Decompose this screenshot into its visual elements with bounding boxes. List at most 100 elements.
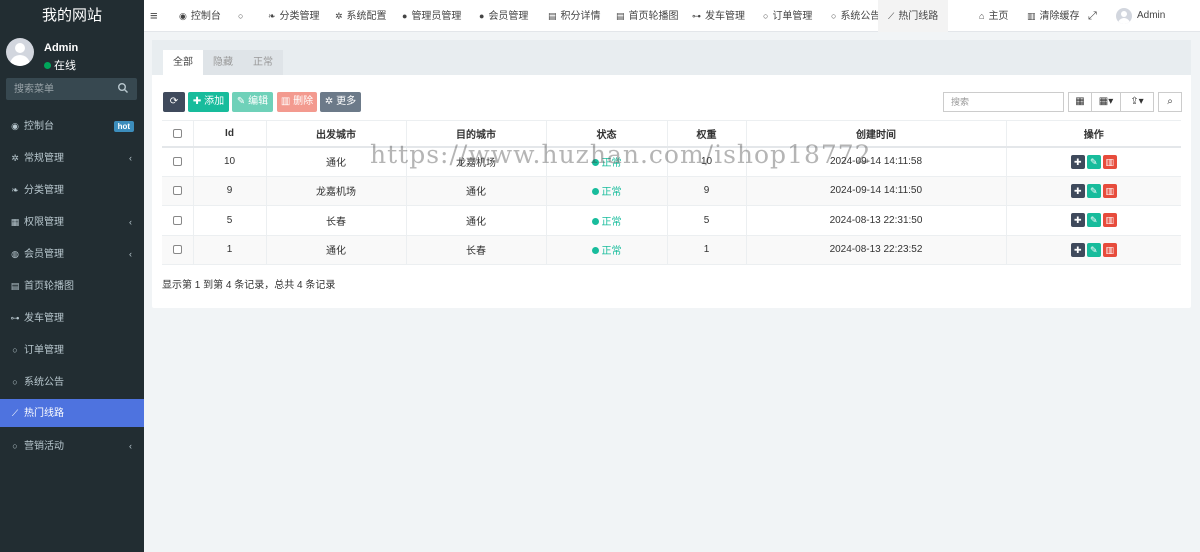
row-checkbox[interactable] — [172, 156, 182, 166]
status-dot-icon — [591, 159, 599, 166]
row-delete-icon[interactable]: ▥ — [1102, 154, 1117, 169]
column-header-to[interactable]: 目的城市 — [406, 120, 547, 148]
filter-tab-hidden[interactable]: 隐藏 — [203, 50, 243, 75]
tab-0[interactable]: ◉ 控制台 — [179, 0, 221, 32]
row-edit-icon[interactable]: ✎ — [1086, 213, 1101, 228]
column-header-created[interactable]: 创建时间 — [746, 120, 1007, 148]
table-row[interactable]: 5 长春 通化 正常 5 2024-08-13 22:31:50 ✚ ✎ ▥ — [162, 205, 1181, 236]
tab-label: 系统公告 — [840, 11, 881, 22]
sidebar-item-10[interactable]: ○ 营销活动 ‹ — [0, 430, 144, 462]
pagination-info: 显示第 1 到第 4 条记录，总共 4 条记录 — [162, 280, 336, 291]
tab-8[interactable]: ⊶ 发车管理 — [692, 0, 745, 32]
refresh-button[interactable]: ⟳ — [163, 92, 185, 112]
advanced-search-button[interactable]: ⌕ — [1158, 92, 1182, 112]
cog-icon: ✲ — [335, 11, 343, 21]
sidebar-item-5[interactable]: ▤ 首页轮播图 — [0, 270, 144, 302]
row-checkbox[interactable] — [172, 186, 182, 196]
drag-move-icon[interactable]: ✚ — [1070, 183, 1085, 198]
add-button[interactable]: ✚ 添加 — [188, 92, 229, 112]
toggle-view-button[interactable]: ▦ — [1068, 92, 1092, 112]
table-row[interactable]: 9 龙嘉机场 通化 正常 9 2024-09-14 14:11:50 ✚ ✎ ▥ — [162, 176, 1181, 206]
brand-logo[interactable]: 我的网站 — [0, 0, 144, 32]
sidebar-item-7[interactable]: ○ 订单管理 — [0, 334, 144, 366]
column-header-from[interactable]: 出发城市 — [266, 120, 407, 148]
home-link[interactable]: ⌂ 主页 — [979, 0, 1008, 32]
cell-created: 2024-09-14 14:11:50 — [746, 176, 1007, 206]
filter-tab-normal[interactable]: 正常 — [243, 50, 283, 75]
row-edit-icon[interactable]: ✎ — [1086, 154, 1101, 169]
caret-down-icon: ▾ — [1138, 96, 1144, 107]
home-label: 主页 — [988, 11, 1009, 22]
export-button[interactable]: ⇪▾ — [1120, 92, 1154, 112]
cell-created: 2024-08-13 22:23:52 — [746, 235, 1007, 265]
columns-button[interactable]: ▦▾ — [1091, 92, 1121, 112]
column-header-status[interactable]: 状态 — [546, 120, 668, 148]
row-select-cell — [162, 205, 194, 236]
cell-to: 通化 — [406, 176, 547, 206]
drag-move-icon[interactable]: ✚ — [1070, 154, 1085, 169]
sidebar-item-8[interactable]: ○ 系统公告 — [0, 366, 144, 398]
tab-5[interactable]: ● 会员管理 — [479, 0, 528, 32]
tab-label: 分类管理 — [279, 11, 320, 22]
sidebar-search-input[interactable] — [6, 78, 111, 100]
sidebar-item-0[interactable]: ◉ 控制台 hot — [0, 110, 144, 142]
tab-6[interactable]: ▤ 积分详情 — [548, 0, 601, 32]
delete-button[interactable]: ▥ 删除 — [277, 92, 317, 112]
sidebar-item-9[interactable]: ⟋ 热门线路 — [0, 399, 144, 427]
add-label: 添加 — [204, 96, 225, 107]
row-delete-icon[interactable]: ▥ — [1102, 213, 1117, 228]
navbar-username[interactable]: Admin — [1137, 0, 1165, 32]
tab-9[interactable]: ○ 订单管理 — [763, 0, 812, 32]
table-search-input[interactable] — [943, 92, 1064, 112]
row-delete-icon[interactable]: ▥ — [1102, 242, 1117, 257]
cell-status[interactable]: 正常 — [546, 235, 668, 265]
sidebar-item-3[interactable]: ▦ 权限管理 ‹ — [0, 206, 144, 238]
cell-status[interactable]: 正常 — [546, 146, 668, 177]
sidebar-item-1[interactable]: ✲ 常规管理 ‹ — [0, 142, 144, 174]
sidebar-item-4[interactable]: ◍ 会员管理 ‹ — [0, 238, 144, 270]
user-panel: Admin 在线 — [0, 36, 144, 78]
more-button[interactable]: ✲ 更多 — [320, 92, 361, 112]
row-edit-icon[interactable]: ✎ — [1086, 242, 1101, 257]
navbar-avatar[interactable] — [1116, 8, 1132, 24]
tab-2[interactable]: ❧ 分类管理 — [268, 0, 320, 32]
table-row[interactable]: 1 通化 长春 正常 1 2024-08-13 22:23:52 ✚ ✎ ▥ — [162, 235, 1181, 265]
drag-move-icon[interactable]: ✚ — [1070, 242, 1085, 257]
row-delete-icon[interactable]: ▥ — [1102, 183, 1117, 198]
cell-status[interactable]: 正常 — [546, 205, 668, 236]
sidebar: 我的网站 Admin 在线 ◉ 控制台 hot ✲ 常规管理 ‹ ❧ 分类管理 ▦ 权限管理 ‹ ◍ 会… — [0, 0, 144, 552]
column-header-weight[interactable]: 权重 — [667, 120, 747, 148]
avatar — [6, 38, 34, 66]
sidebar-item-2[interactable]: ❧ 分类管理 — [0, 174, 144, 206]
tab-10[interactable]: ○ 系统公告 — [831, 0, 880, 32]
cell-created: 2024-09-14 14:11:58 — [746, 146, 1007, 177]
sidebar-item-6[interactable]: ⊶ 发车管理 — [0, 302, 144, 334]
fullscreen-icon[interactable]: ⤢ — [1088, 0, 1097, 32]
row-checkbox[interactable] — [172, 215, 182, 225]
tab-7[interactable]: ▤ 首页轮播图 — [616, 0, 679, 32]
search-icon[interactable] — [117, 82, 129, 94]
home-icon: ⌂ — [979, 11, 985, 21]
row-edit-icon[interactable]: ✎ — [1086, 183, 1101, 198]
row-checkbox[interactable] — [172, 245, 182, 255]
cell-from: 长春 — [266, 205, 407, 236]
tab-4[interactable]: ● 管理员管理 — [402, 0, 461, 32]
select-all-checkbox[interactable] — [172, 128, 182, 138]
cell-status[interactable]: 正常 — [546, 176, 668, 206]
sidebar-item-label: 热门线路 — [24, 408, 64, 419]
drag-move-icon[interactable]: ✚ — [1070, 213, 1085, 228]
menu-toggle-icon[interactable]: ≡ — [150, 0, 166, 32]
tab-3[interactable]: ✲ 系统配置 — [335, 0, 387, 32]
filter-tab-all[interactable]: 全部 — [163, 50, 203, 75]
group-icon: ▦ — [10, 217, 20, 227]
status-text: 正常 — [601, 246, 622, 258]
tab-1[interactable]: ○ — [238, 0, 247, 32]
edit-button[interactable]: ✎ 编辑 — [232, 92, 273, 112]
column-header-id[interactable]: Id — [193, 120, 267, 148]
tab-11[interactable]: ⟋ 热门线路 — [878, 0, 949, 32]
circle-o-icon: ○ — [763, 11, 769, 21]
leaf-icon: ❧ — [268, 11, 276, 21]
clear-cache-button[interactable]: ▥ 清除缓存 — [1027, 0, 1080, 32]
status-dot-icon — [591, 217, 599, 225]
table-row[interactable]: 10 通化 龙嘉机场 正常 10 2024-09-14 14:11:58 ✚ ✎ ▥ — [162, 146, 1181, 177]
